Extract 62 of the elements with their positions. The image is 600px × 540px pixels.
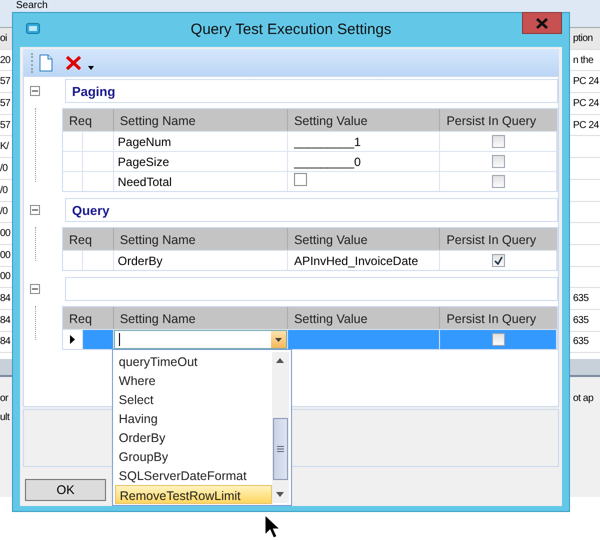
table-cell-text: 57 bbox=[0, 118, 10, 133]
dropdown-item[interactable]: Where bbox=[114, 371, 272, 390]
column-header: Persist In Query bbox=[440, 109, 557, 131]
window-title: Query Test Execution Settings bbox=[190, 20, 392, 40]
column-header: Setting Value bbox=[288, 228, 440, 250]
table-cell: OrderBy bbox=[118, 254, 162, 268]
text-fragment: ult bbox=[0, 411, 10, 426]
table-cell-text: 84 bbox=[0, 292, 10, 306]
table-cell-text: 635 bbox=[573, 335, 590, 350]
column-header: Persist In Query bbox=[440, 307, 557, 329]
table-cell-text: 57 bbox=[0, 96, 10, 111]
group-header: Paging bbox=[64, 79, 558, 103]
table-cell-text: 635 bbox=[573, 314, 590, 328]
column-header: Req bbox=[63, 109, 114, 131]
column-header: ption bbox=[573, 32, 594, 46]
dropdown-item[interactable]: Having bbox=[114, 409, 272, 428]
column-header: Setting Name bbox=[114, 228, 288, 250]
ok-button[interactable]: OK bbox=[25, 479, 106, 501]
table-cell-text: K/ bbox=[0, 140, 9, 154]
table-cell-text: 00 bbox=[0, 248, 10, 263]
dropdown-item[interactable]: GroupBy bbox=[114, 447, 272, 466]
dropdown-item[interactable]: OrderBy bbox=[114, 428, 272, 447]
table-cell-text: 57 bbox=[0, 75, 10, 90]
dropdown-item[interactable]: SQLServerDateFormat bbox=[114, 466, 272, 485]
table-cell-text: 635 bbox=[573, 292, 590, 306]
group-header: Query bbox=[64, 198, 558, 222]
table-cell: PageNum bbox=[118, 135, 172, 149]
column-header: oi bbox=[0, 32, 7, 46]
table-row[interactable]: NeedTotal bbox=[63, 171, 557, 191]
table-cell: PageSize bbox=[118, 155, 170, 169]
table-cell-text: PC 24 bbox=[573, 118, 600, 133]
table-row[interactable]: PageNum _________1 bbox=[63, 131, 557, 151]
table-cell-text: /0 bbox=[0, 205, 8, 220]
text-fragment: or bbox=[0, 392, 8, 406]
table-cell-text: /0 bbox=[0, 184, 8, 198]
table-row[interactable]: OrderBy APInvHed_InvoiceDate bbox=[63, 250, 557, 270]
table-row[interactable]: PageSize _________0 bbox=[63, 151, 557, 171]
table-cell-text: PC 24 bbox=[573, 75, 600, 90]
table-cell: NeedTotal bbox=[118, 175, 172, 189]
search-label[interactable]: Search bbox=[16, 0, 48, 11]
table-cell-text: PC 24 bbox=[573, 96, 600, 111]
table-cell: APInvHed_InvoiceDate bbox=[294, 254, 418, 268]
column-header: Req bbox=[63, 307, 114, 329]
table-cell-text: 00 bbox=[0, 227, 10, 242]
table-cell-text: 20 bbox=[0, 54, 10, 68]
dropdown-item[interactable]: RemoveTestRowLimit bbox=[114, 485, 272, 504]
table-cell-text: 84 bbox=[0, 314, 10, 328]
table-cell: _________1 bbox=[294, 135, 361, 149]
table-cell-text: 00 bbox=[0, 270, 10, 284]
column-header: Setting Value bbox=[288, 307, 440, 329]
table-cell-text: n the bbox=[573, 54, 594, 68]
column-header: Setting Name bbox=[114, 307, 288, 329]
column-header: Setting Name bbox=[114, 109, 288, 131]
text-fragment: ot ap bbox=[573, 392, 594, 406]
table-cell-text: /0 bbox=[0, 162, 8, 176]
dropdown-item[interactable]: Select bbox=[114, 390, 272, 409]
column-header: Req bbox=[63, 228, 114, 250]
table-cell: _________0 bbox=[294, 155, 361, 169]
column-header: Setting Value bbox=[288, 109, 440, 131]
dropdown-item[interactable]: queryTimeOut bbox=[114, 352, 272, 371]
table-cell-text: 84 bbox=[0, 335, 10, 350]
column-header: Persist In Query bbox=[440, 228, 557, 250]
